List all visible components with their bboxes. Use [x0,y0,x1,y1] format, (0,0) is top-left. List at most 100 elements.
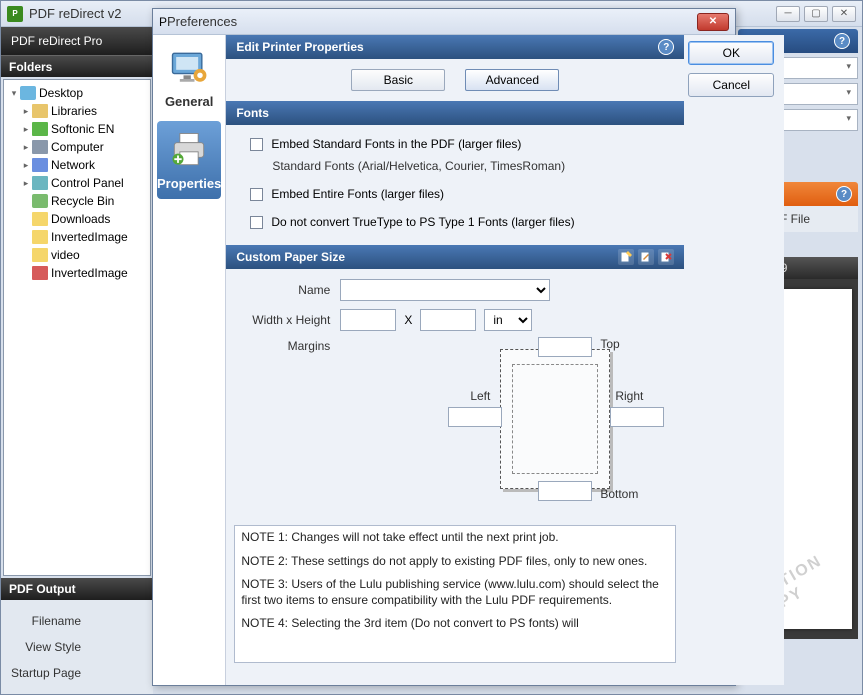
width-input[interactable] [340,309,396,331]
checkbox-embed-entire[interactable] [250,188,263,201]
tree-label: video [51,248,80,262]
margin-left-input[interactable] [448,407,502,427]
dialog-icon: P [159,15,167,29]
close-button[interactable]: ✕ [832,6,856,22]
tree-label: Network [51,158,95,172]
pdf-output-header: PDF Output [1,578,153,600]
edit-printer-title: Edit Printer Properties [236,40,363,54]
tree-label: InvertedImage [51,266,128,280]
maximize-button[interactable]: ▢ [804,6,828,22]
tree-item[interactable]: Recycle Bin [6,192,148,210]
note-4: NOTE 4: Selecting the 3rd item (Do not c… [241,616,669,632]
tree-item[interactable]: ▾Desktop [6,84,148,102]
right-label: Right [615,389,643,403]
notes-box[interactable]: NOTE 1: Changes will not take effect unt… [234,525,676,663]
output-label-filename: Filename [9,614,89,628]
output-label-startup: Startup Page [9,666,89,680]
nav-label-properties: Properties [157,176,221,191]
help-icon[interactable]: ? [836,186,852,202]
twisty-icon[interactable]: ▸ [20,124,32,135]
twisty-icon[interactable]: ▾ [8,88,20,99]
tab-advanced[interactable]: Advanced [465,69,559,91]
tree-item[interactable]: ▸ Network [6,156,148,174]
folders-panel: ▾Desktop▸Libraries▸Softonic EN▸Computer▸… [3,79,151,576]
folder-icon [32,212,48,226]
help-icon[interactable]: ? [834,33,850,49]
tree-item[interactable]: ▸Libraries [6,102,148,120]
paper-diagram: Top Left Right Bottom [450,339,670,499]
lib-icon [32,104,48,118]
tab-basic[interactable]: Basic [351,69,445,91]
label-no-convert: Do not convert TrueType to PS Type 1 Fon… [271,215,574,229]
ok-button[interactable]: OK [688,41,774,65]
tree-item[interactable]: Downloads [6,210,148,228]
dialog-titlebar[interactable]: P Preferences ✕ [153,9,735,35]
monitor-gear-icon [165,48,213,88]
top-label: Top [600,337,619,351]
nav-item-general[interactable]: General [157,39,221,117]
margin-top-input[interactable] [538,337,592,357]
edit-paper-icon[interactable] [638,249,654,265]
dialog-content: OK Cancel Edit Printer Properties ? Basi… [226,35,784,685]
app-icon: P [7,6,23,22]
recycle-icon [32,194,48,208]
twisty-icon[interactable]: ▸ [20,142,32,153]
margin-outline [512,364,598,474]
left-label: Left [470,389,490,403]
custom-paper-title: Custom Paper Size [236,250,345,264]
tree-item[interactable]: ▸ Control Panel [6,174,148,192]
nav-label-general: General [165,94,213,109]
custom-paper-header: Custom Paper Size [226,245,684,269]
pdf-output-body: Filename View Style Startup Page [1,600,153,694]
note-1: NOTE 1: Changes will not take effect unt… [241,530,669,546]
twisty-icon[interactable]: ▸ [20,160,32,171]
dialog-nav: General Properties [153,35,226,685]
desktop-icon [20,86,36,100]
tree-label: Computer [51,140,104,154]
tree-item[interactable]: InvertedImage [6,228,148,246]
tree-label: Softonic EN [51,122,114,136]
cancel-button[interactable]: Cancel [688,73,774,97]
help-icon[interactable]: ? [658,39,674,55]
fonts-header: Fonts [226,101,684,125]
fonts-section: Embed Standard Fonts in the PDF (larger … [226,125,684,245]
minimize-button[interactable]: ─ [776,6,800,22]
paper-name-select[interactable] [340,279,550,301]
dialog-close-button[interactable]: ✕ [697,13,729,31]
delete-paper-icon[interactable] [658,249,674,265]
label-embed-std: Embed Standard Fonts in the PDF (larger … [271,137,521,151]
custom-paper-section: Name Width x Height X in Margins [226,269,684,517]
zip-icon [32,266,48,280]
wh-label: Width x Height [240,313,340,327]
soft-icon [32,122,48,136]
bottom-label: Bottom [600,487,638,501]
net-icon [32,158,48,172]
tree-label: Control Panel [51,176,124,190]
note-2: NOTE 2: These settings do not apply to e… [241,554,669,570]
printer-icon [165,130,213,170]
tree-item[interactable]: video [6,246,148,264]
twisty-icon[interactable]: ▸ [20,106,32,117]
folders-header: Folders [1,55,153,77]
tree-item[interactable]: InvertedImage [6,264,148,282]
nav-item-properties[interactable]: Properties [157,121,221,199]
twisty-icon[interactable]: ▸ [20,178,32,189]
left-column: PDF reDirect Pro Folders ▾Desktop▸Librar… [1,27,153,694]
output-label-viewstyle: View Style [9,640,89,654]
height-input[interactable] [420,309,476,331]
tree-item[interactable]: ▸ Computer [6,138,148,156]
unit-select[interactable]: in [484,309,532,331]
checkbox-no-convert[interactable] [250,216,263,229]
label-std-sub: Standard Fonts (Arial/Helvetica, Courier… [272,159,565,173]
tree-label: InvertedImage [51,230,128,244]
label-embed-entire: Embed Entire Fonts (larger files) [271,187,444,201]
margin-right-input[interactable] [610,407,664,427]
checkbox-embed-std[interactable] [250,138,263,151]
app-toolbar: PDF reDirect Pro [1,27,153,55]
new-paper-icon[interactable] [618,249,634,265]
margin-bottom-input[interactable] [538,481,592,501]
tree-label: Recycle Bin [51,194,114,208]
tree-item[interactable]: ▸ Softonic EN [6,120,148,138]
comp-icon [32,140,48,154]
margins-label: Margins [240,339,340,353]
